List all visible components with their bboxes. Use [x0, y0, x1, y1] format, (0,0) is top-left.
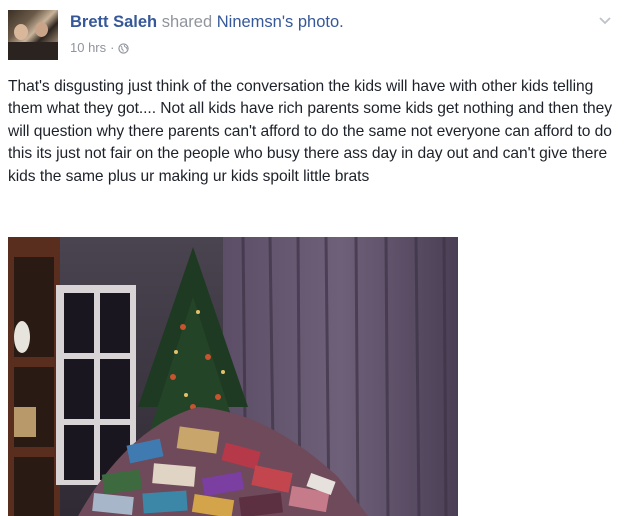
post-photo[interactable] — [8, 237, 458, 516]
action-text: shared — [161, 13, 213, 31]
avatar-face — [14, 24, 28, 40]
author-name-link[interactable]: Brett Saleh — [70, 13, 157, 31]
avatar-clothing — [8, 42, 58, 60]
shared-source-link[interactable]: Ninemsn's photo. — [217, 13, 344, 31]
timestamp-link[interactable]: 10 hrs — [70, 40, 106, 55]
post-meta: 10 hrs · — [70, 40, 130, 55]
avatar-face — [35, 22, 48, 37]
meta-separator: · — [110, 40, 115, 55]
chevron-down-icon[interactable] — [597, 14, 613, 28]
post-text: That's disgusting just think of the conv… — [8, 78, 613, 185]
avatar[interactable] — [8, 10, 58, 60]
post-headline: Brett Saleh shared Ninemsn's photo. — [70, 13, 344, 32]
globe-icon[interactable] — [118, 42, 130, 54]
facebook-post: Brett Saleh shared Ninemsn's photo. 10 h… — [0, 0, 625, 516]
